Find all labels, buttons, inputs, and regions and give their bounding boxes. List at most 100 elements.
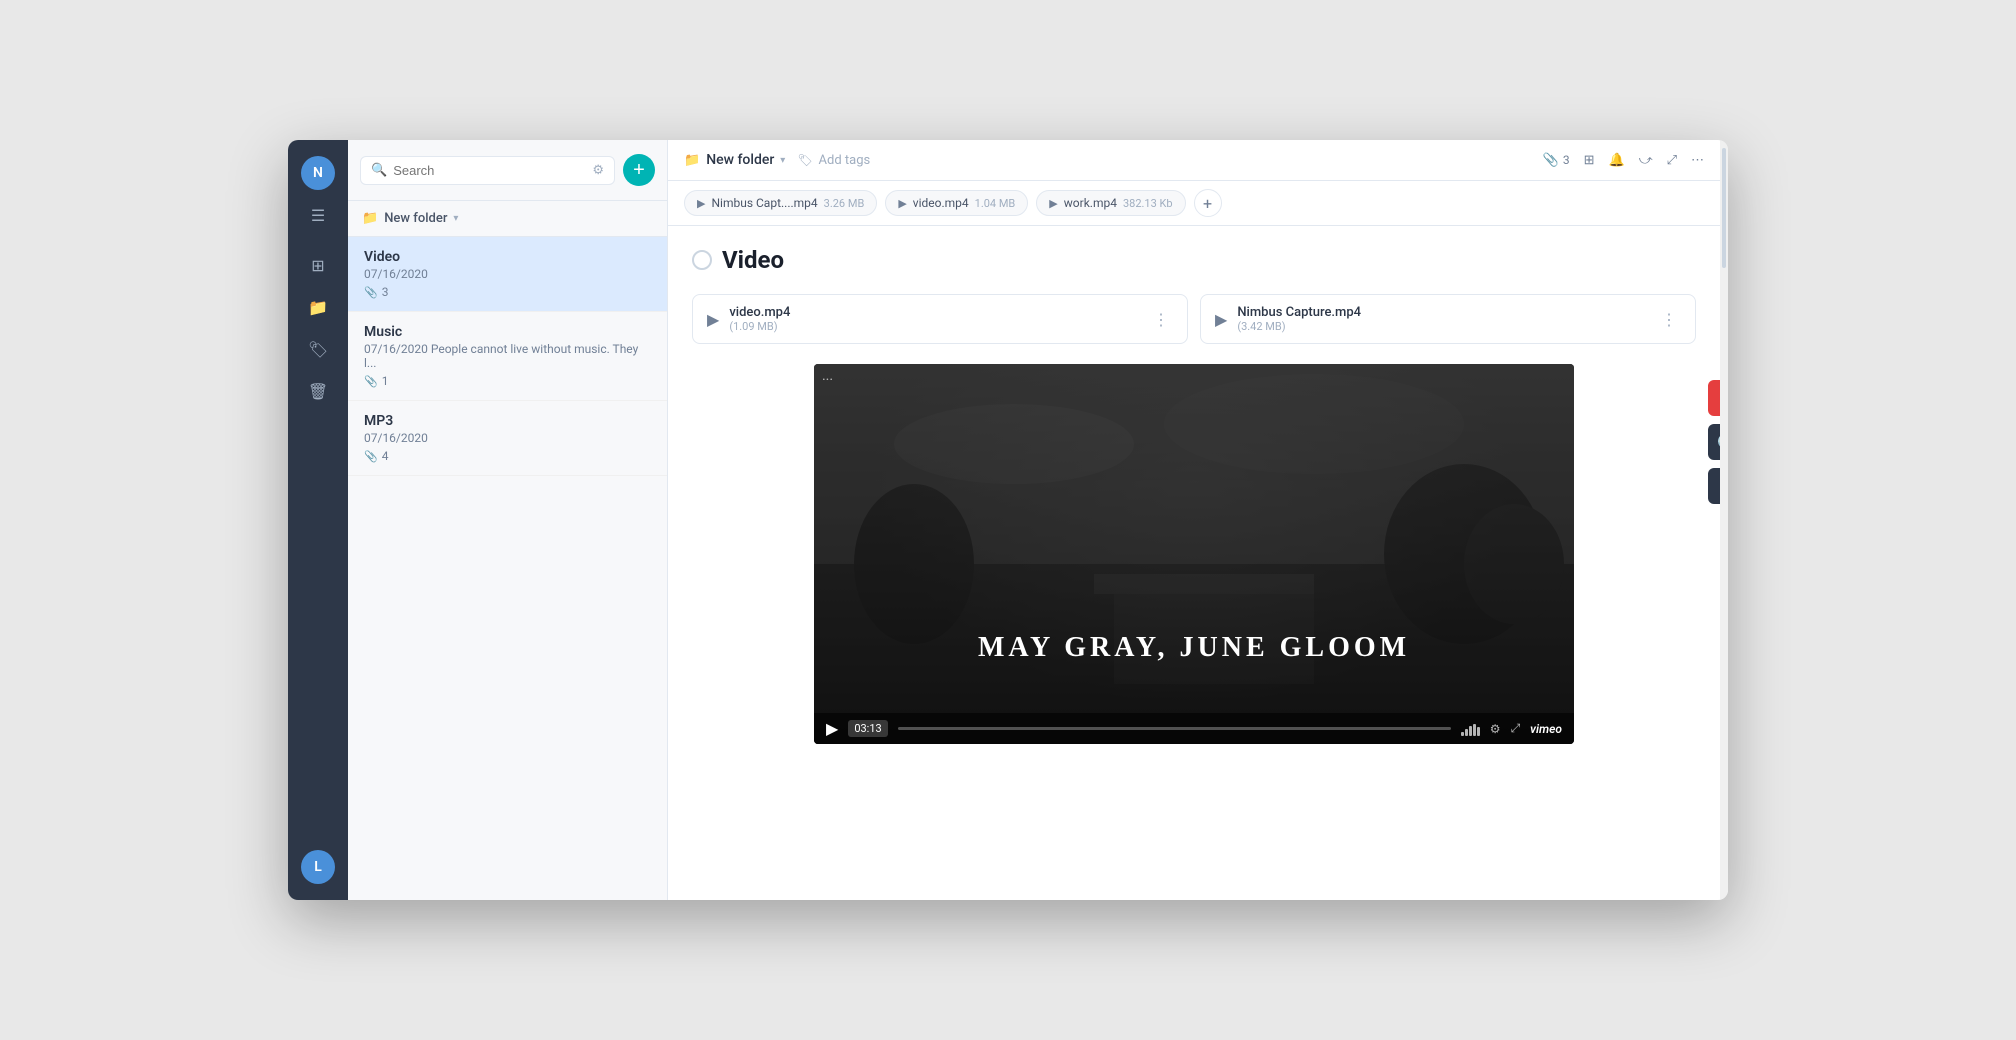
- tag-icon[interactable]: 🏷: [301, 332, 335, 366]
- file-video-icon: ▶: [1215, 310, 1227, 329]
- fullscreen-video-icon[interactable]: ⤢: [1511, 721, 1521, 736]
- right-scrollbar[interactable]: [1720, 140, 1728, 900]
- file-item-video[interactable]: ▶ video.mp4 (1.09 MB) ⋮: [692, 294, 1188, 344]
- add-button[interactable]: +: [623, 154, 655, 186]
- note-date: 07/16/2020: [364, 267, 651, 281]
- sidebar-header: 🔍 ⚙ +: [348, 140, 667, 201]
- note-item-mp3[interactable]: MP3 07/16/2020 📎 4: [348, 401, 667, 476]
- note-attachment-video: 📎 3: [364, 285, 651, 299]
- add-tab-button[interactable]: +: [1194, 189, 1222, 217]
- more-options-icon[interactable]: ⋯: [1691, 153, 1704, 168]
- video-thumbnail: MAY GRAY, JUNE GLOOM ···: [814, 364, 1574, 744]
- note-date: 07/16/2020: [364, 431, 651, 445]
- clock-button[interactable]: 🕐: [1708, 424, 1720, 460]
- play-button[interactable]: ▶: [826, 719, 838, 738]
- folder-icon-sidebar: 📁: [362, 211, 378, 226]
- tag-icon-header: 🏷: [797, 153, 812, 167]
- grid-icon[interactable]: ⊞: [301, 248, 335, 282]
- file-item-nimbus[interactable]: ▶ Nimbus Capture.mp4 (3.42 MB) ⋮: [1200, 294, 1696, 344]
- header-actions: 📎 3 ⊞ 🔔 ⤻ ⤢ ⋯: [1543, 153, 1704, 168]
- share-icon[interactable]: ⤻: [1639, 153, 1653, 168]
- add-tags-label: Add tags: [819, 153, 871, 168]
- file-more-icon[interactable]: ⋮: [1149, 308, 1173, 331]
- tab-size: 3.26 MB: [824, 197, 865, 210]
- note-body: Video ▶ video.mp4 (1.09 MB) ⋮ ▶ Nimbus C…: [668, 226, 1720, 900]
- user-avatar-top[interactable]: N: [301, 156, 335, 190]
- search-input[interactable]: [393, 163, 586, 178]
- video-container: MAY GRAY, JUNE GLOOM ··· ▶ 03:13: [692, 364, 1696, 744]
- tab-name: Nimbus Capt....mp4: [711, 196, 817, 210]
- search-icon: 🔍: [371, 163, 387, 178]
- main-folder-name: New folder: [706, 152, 774, 168]
- video-player[interactable]: MAY GRAY, JUNE GLOOM ··· ▶ 03:13: [814, 364, 1574, 744]
- folder-icon-header: 📁: [684, 153, 700, 168]
- note-item-video[interactable]: Video 07/16/2020 📎 3: [348, 237, 667, 312]
- grid-view-icon[interactable]: ⊞: [1584, 153, 1595, 168]
- vol-bar-5: [1477, 727, 1480, 736]
- tab-work[interactable]: ▶ work.mp4 382.13 Kb: [1036, 190, 1185, 216]
- folder-icon[interactable]: 📁: [301, 290, 335, 324]
- tab-name: video.mp4: [913, 196, 969, 210]
- paperclip-icon: 📎: [364, 450, 378, 463]
- note-title: Music: [364, 324, 651, 340]
- bell-icon[interactable]: 🔔: [1609, 153, 1625, 168]
- hamburger-icon[interactable]: ☰: [301, 198, 335, 232]
- note-item-music[interactable]: Music 07/16/2020 People cannot live with…: [348, 312, 667, 401]
- scrollbar-thumb: [1722, 148, 1726, 268]
- file-info: video.mp4 (1.09 MB): [729, 305, 790, 333]
- file-more-icon[interactable]: ⋮: [1657, 308, 1681, 331]
- vimeo-logo: vimeo: [1530, 722, 1562, 736]
- note-date: 07/16/2020 People cannot live without mu…: [364, 342, 651, 370]
- paperclip-icon: 📎: [364, 286, 378, 299]
- folder-name: New folder: [384, 211, 447, 226]
- tab-video-icon: ▶: [697, 197, 705, 210]
- send-button[interactable]: ➤: [1708, 468, 1720, 504]
- tags-area[interactable]: 🏷 Add tags: [797, 153, 870, 168]
- progress-bar[interactable]: [898, 727, 1451, 730]
- folder-selector[interactable]: 📁 New folder ▾: [348, 201, 667, 237]
- tab-video-icon: ▶: [1049, 197, 1057, 210]
- note-name-header: 📁 New folder ▾: [684, 152, 785, 168]
- tab-video-icon: ▶: [898, 197, 906, 210]
- folder-caret-icon: ▾: [453, 213, 458, 224]
- file-name: video.mp4: [729, 305, 790, 320]
- settings-icon[interactable]: ⚙: [1490, 722, 1501, 736]
- tab-video[interactable]: ▶ video.mp4 1.04 MB: [885, 190, 1028, 216]
- video-three-dots[interactable]: ···: [822, 372, 833, 388]
- vol-bar-1: [1461, 732, 1464, 736]
- attachment-count: 1: [382, 374, 389, 388]
- trash-icon[interactable]: 🗑: [301, 374, 335, 408]
- fullscreen-icon[interactable]: ⤢: [1667, 153, 1677, 168]
- attachment-count: 3: [382, 285, 389, 299]
- dropdown-caret-icon[interactable]: ▾: [780, 155, 785, 166]
- attachment-badge: 3: [1563, 153, 1570, 167]
- file-size: (3.42 MB): [1237, 320, 1361, 333]
- file-list: ▶ video.mp4 (1.09 MB) ⋮ ▶ Nimbus Capture…: [692, 294, 1696, 344]
- tab-name: work.mp4: [1064, 196, 1117, 210]
- filter-icon[interactable]: ⚙: [592, 163, 604, 178]
- vol-bar-3: [1469, 726, 1472, 736]
- file-video-icon: ▶: [707, 310, 719, 329]
- note-title: Video: [364, 249, 651, 265]
- note-status-circle: [692, 250, 712, 270]
- file-info: Nimbus Capture.mp4 (3.42 MB): [1237, 305, 1361, 333]
- volume-bars: [1461, 722, 1480, 736]
- vol-bar-4: [1473, 724, 1476, 736]
- video-title: MAY GRAY, JUNE GLOOM: [814, 632, 1574, 664]
- file-size: (1.09 MB): [729, 320, 790, 333]
- attachment-count: 4: [382, 449, 389, 463]
- note-attachment-mp3: 📎 4: [364, 449, 651, 463]
- tab-size: 382.13 Kb: [1123, 197, 1173, 210]
- search-box: 🔍 ⚙: [360, 156, 615, 185]
- user-avatar-bottom[interactable]: L: [301, 850, 335, 884]
- notes-list: Video 07/16/2020 📎 3 Music 07/16/2020 Pe…: [348, 237, 667, 900]
- icon-bar: N ☰ ⊞ 📁 🏷 🗑 L: [288, 140, 348, 900]
- note-attachment-music: 📎 1: [364, 374, 651, 388]
- paperclip-icon: 📎: [364, 375, 378, 388]
- heart-button[interactable]: ♥: [1708, 380, 1720, 416]
- vol-bar-2: [1465, 729, 1468, 736]
- tab-size: 1.04 MB: [975, 197, 1016, 210]
- note-title-text: Video: [722, 246, 784, 274]
- tab-nimbus[interactable]: ▶ Nimbus Capt....mp4 3.26 MB: [684, 190, 877, 216]
- attachment-icon[interactable]: 📎 3: [1543, 153, 1570, 168]
